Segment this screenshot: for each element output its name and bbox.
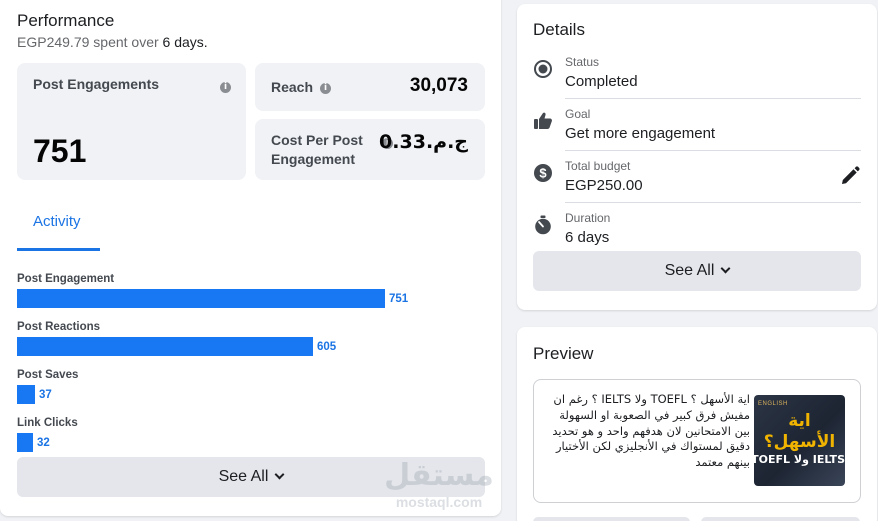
activity-bar-row: Link Clicks 32 bbox=[17, 417, 78, 452]
preview-action-button[interactable] bbox=[701, 517, 860, 521]
status-icon bbox=[534, 60, 552, 78]
activity-bar bbox=[17, 385, 35, 404]
bar-label: Link Clicks bbox=[17, 417, 78, 429]
bar-value: 37 bbox=[39, 388, 52, 401]
post-thumbnail: ENGLISH اية الأسهل؟ IELTS ولا TOEFL bbox=[754, 395, 845, 486]
details-title: Details bbox=[533, 20, 585, 39]
mostaql-watermark: مستقل mostaql.com bbox=[384, 458, 494, 518]
thumbnail-caption: IELTS ولا TOEFL bbox=[754, 453, 845, 466]
bar-value: 751 bbox=[389, 292, 409, 305]
detail-value: EGP250.00 bbox=[565, 177, 643, 194]
details-card: Details Status Completed Goal Get more e… bbox=[517, 4, 877, 310]
metric-value: 751 bbox=[33, 133, 87, 169]
metric-label: Cost Per Post Engagement bbox=[271, 131, 363, 169]
activity-bar bbox=[17, 337, 313, 356]
chevron-down-icon bbox=[274, 469, 285, 480]
thumbnail-logo: ENGLISH bbox=[758, 401, 788, 407]
bar-line: 605 bbox=[17, 337, 336, 356]
watermark-word: مستقل bbox=[384, 458, 494, 493]
metric-label: Reach bbox=[271, 79, 314, 95]
bar-label: Post Saves bbox=[17, 369, 79, 381]
detail-value: 6 days bbox=[565, 229, 610, 246]
detail-status: Status Completed bbox=[517, 47, 877, 99]
performance-title: Performance bbox=[17, 11, 115, 30]
detail-goal: Goal Get more engagement bbox=[517, 99, 877, 151]
detail-total-budget: $ Total budget EGP250.00 bbox=[517, 151, 877, 203]
detail-duration: Duration 6 days bbox=[517, 203, 877, 255]
activity-bar-row: Post Reactions 605 bbox=[17, 321, 336, 356]
preview-title: Preview bbox=[533, 344, 594, 363]
tab-activity[interactable]: Activity bbox=[33, 213, 81, 230]
detail-label: Goal bbox=[565, 107, 591, 121]
bar-label: Post Reactions bbox=[17, 321, 101, 333]
activity-bar-row: Post Engagement 751 bbox=[17, 273, 408, 308]
svg-text:$: $ bbox=[539, 166, 547, 181]
post-text: اية الأسهل ؟ TOEFL ولا IELTS ؟ رغم ان مف… bbox=[552, 392, 750, 470]
stopwatch-icon bbox=[535, 215, 551, 235]
spent-days: 6 days. bbox=[162, 34, 208, 50]
preview-card: Preview اية الأسهل ؟ TOEFL ولا IELTS ؟ ر… bbox=[517, 327, 877, 521]
bar-value: 32 bbox=[37, 436, 50, 449]
performance-card: Performance EGP249.79 spent over 6 days.… bbox=[0, 0, 501, 516]
metric-post-engagements: Post Engagements i 751 bbox=[17, 63, 246, 180]
edit-pencil-icon[interactable] bbox=[840, 166, 860, 186]
bar-line: 37 bbox=[17, 385, 78, 404]
tab-activity-underline bbox=[17, 248, 100, 251]
post-preview[interactable]: اية الأسهل ؟ TOEFL ولا IELTS ؟ رغم ان مف… bbox=[533, 379, 861, 503]
thumbs-up-icon bbox=[534, 112, 552, 129]
spend-summary: EGP249.79 spent over 6 days. bbox=[17, 34, 208, 50]
detail-value: Completed bbox=[565, 73, 638, 90]
bar-line: 32 bbox=[17, 433, 78, 452]
see-all-label: See All bbox=[664, 262, 715, 279]
bar-line: 751 bbox=[17, 289, 408, 308]
metric-cost-per-engagement: Cost Per Post Engagement i ج.م.0.33 bbox=[255, 119, 485, 180]
metric-value: 30,073 bbox=[409, 75, 468, 96]
bar-label: Post Engagement bbox=[17, 273, 115, 285]
info-icon[interactable]: i bbox=[320, 83, 331, 94]
metric-label: Post Engagements bbox=[33, 76, 160, 92]
activity-bar-row: Post Saves 37 bbox=[17, 369, 78, 404]
metric-label-line2: Engagement bbox=[271, 151, 356, 167]
metric-value: ج.م.0.33 bbox=[379, 131, 468, 153]
dollar-icon: $ bbox=[534, 164, 552, 182]
spent-amount: EGP249.79 bbox=[17, 34, 90, 50]
metric-reach: Reach i 30,073 bbox=[255, 63, 485, 111]
thumbnail-heading: اية الأسهل؟ bbox=[763, 411, 836, 452]
detail-label: Duration bbox=[565, 211, 611, 225]
activity-bar bbox=[17, 289, 385, 308]
chevron-down-icon bbox=[720, 263, 731, 274]
details-see-all-button[interactable]: See All bbox=[533, 251, 861, 291]
detail-label: Status bbox=[565, 55, 600, 69]
watermark-domain: mostaql.com bbox=[395, 494, 483, 510]
detail-label: Total budget bbox=[565, 159, 631, 173]
info-icon[interactable]: i bbox=[220, 82, 231, 93]
metric-label-line1: Cost Per Post bbox=[271, 132, 363, 148]
activity-bar bbox=[17, 433, 33, 452]
detail-value: Get more engagement bbox=[565, 125, 716, 142]
see-all-label: See All bbox=[218, 468, 269, 485]
bar-value: 605 bbox=[317, 340, 337, 353]
spent-text: spent over bbox=[93, 34, 159, 50]
preview-action-button[interactable] bbox=[533, 517, 690, 521]
